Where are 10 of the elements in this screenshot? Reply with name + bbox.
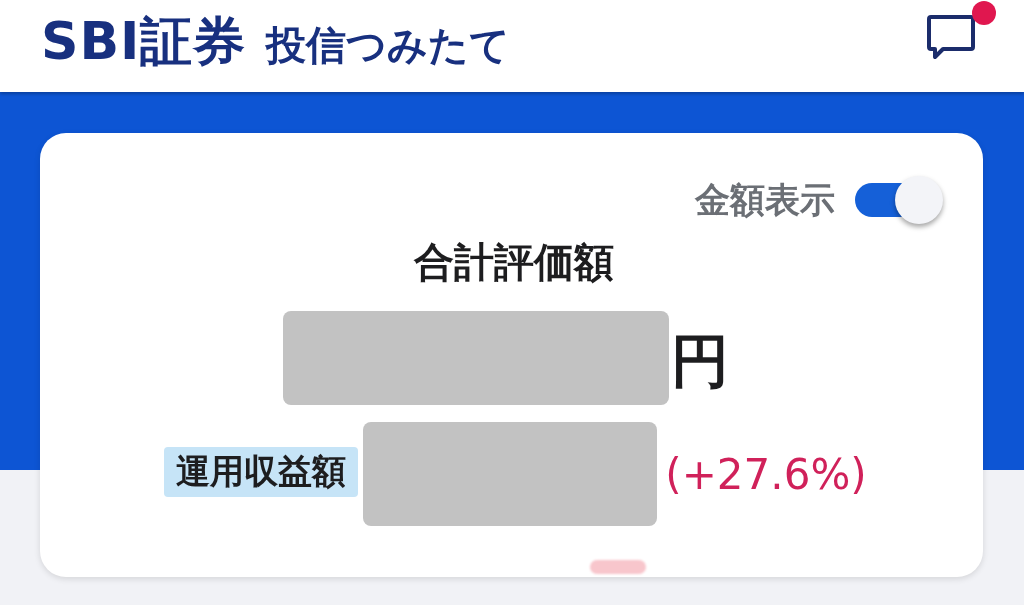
service-name: 投信つみたて xyxy=(266,21,511,70)
blurred-mark xyxy=(589,560,646,574)
profit-label: 運用収益額 xyxy=(164,447,359,497)
summary-title: 合計評価額 xyxy=(413,238,614,287)
brand-logo: SBI証券 xyxy=(41,10,247,73)
toggle-label: 金額表示 xyxy=(695,178,835,222)
currency-unit: 円 xyxy=(670,326,729,397)
chat-icon[interactable] xyxy=(927,14,975,60)
profit-rate: (+27.6%) xyxy=(665,449,867,499)
amount-display-toggle[interactable] xyxy=(855,175,945,225)
